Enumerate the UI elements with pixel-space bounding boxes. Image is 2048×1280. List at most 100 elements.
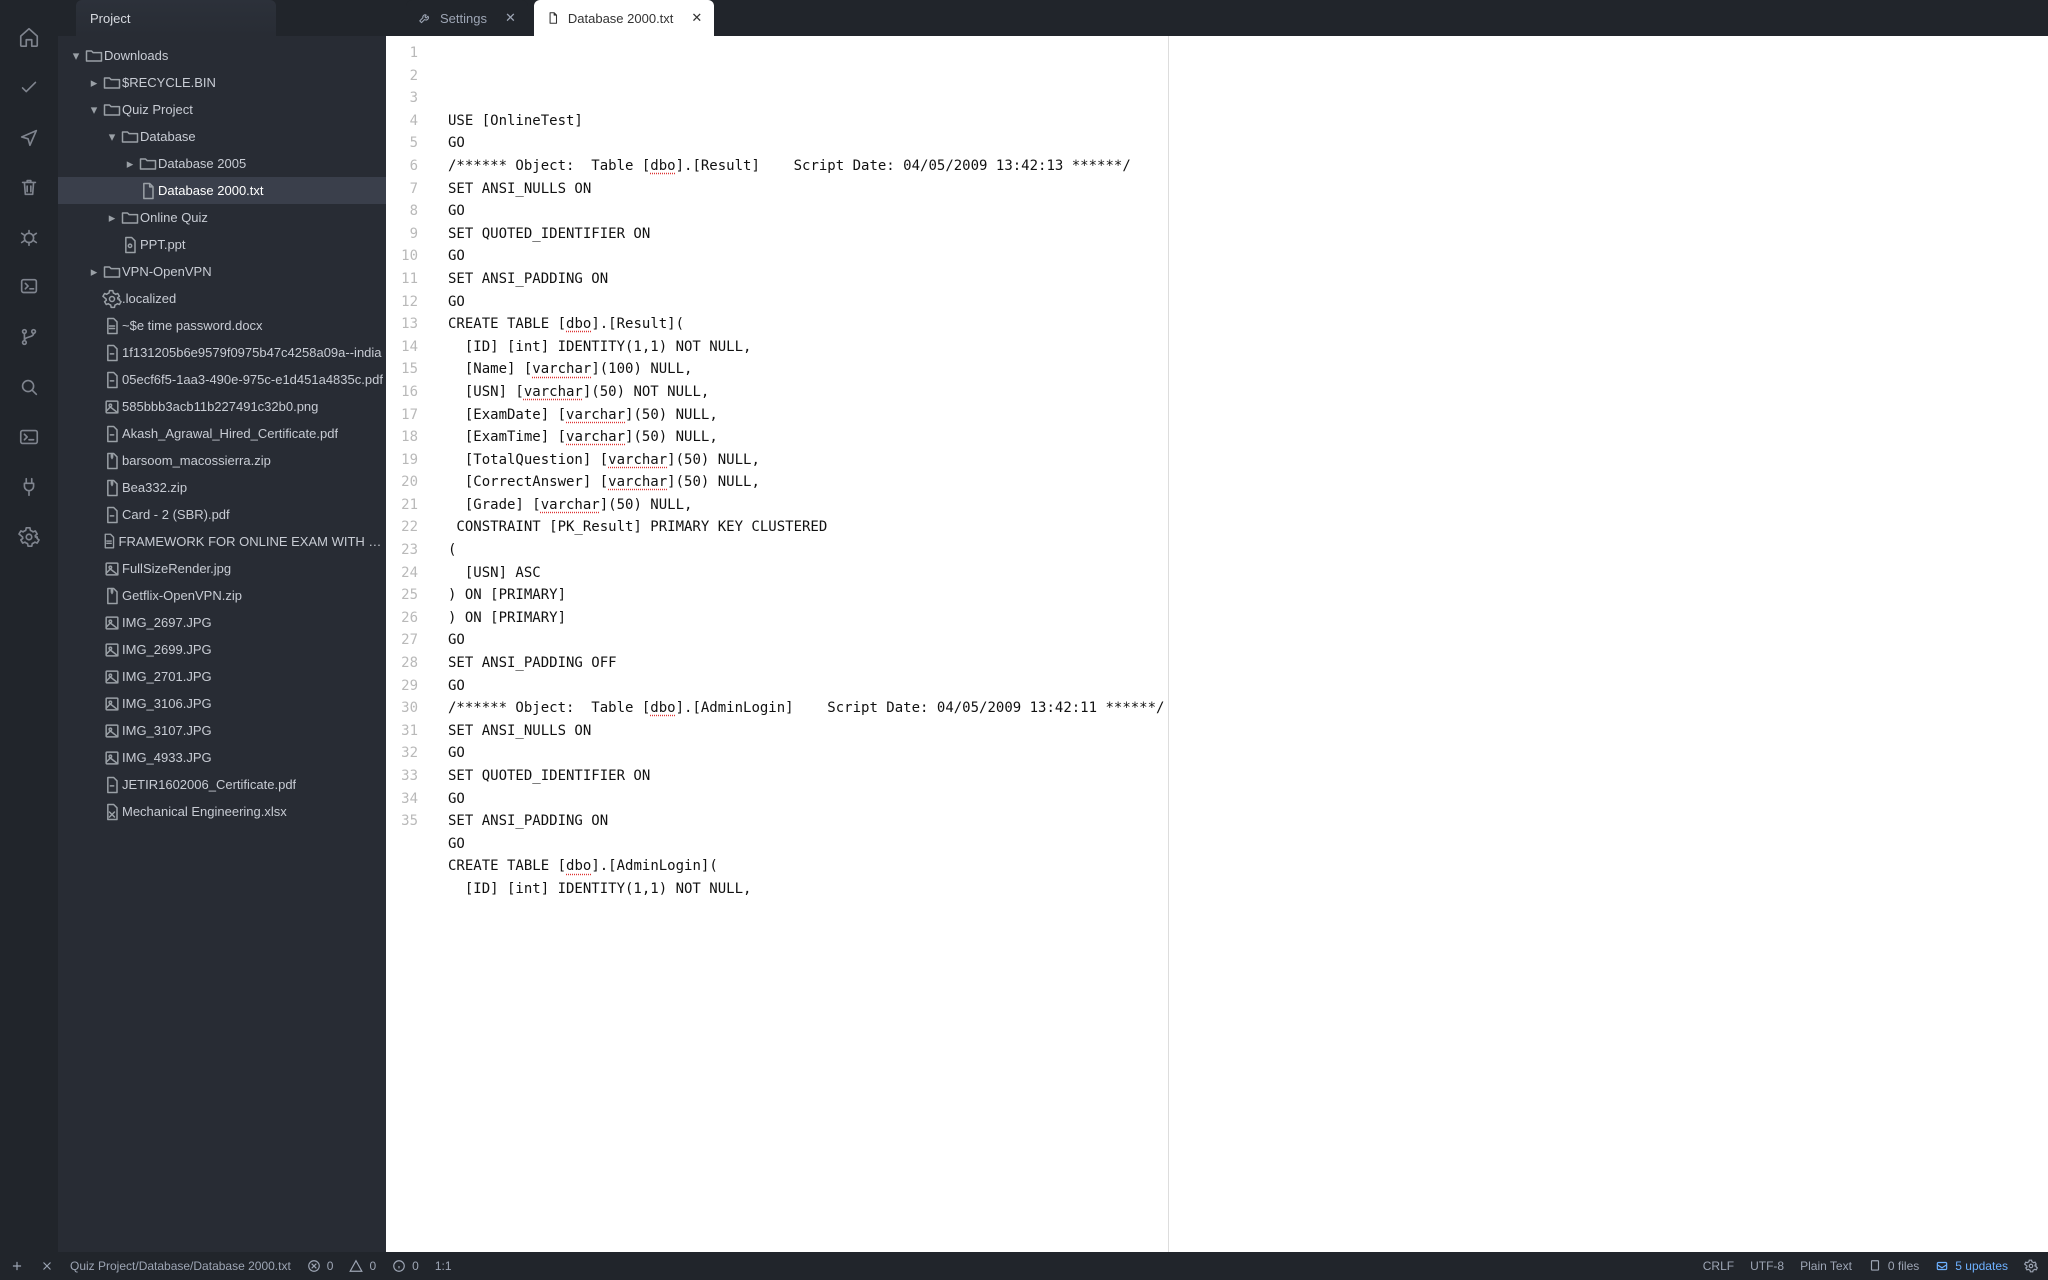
language[interactable]: Plain Text: [1800, 1259, 1852, 1273]
line-number: 34: [386, 788, 418, 811]
tree-item[interactable]: 1f131205b6e9579f0975b47c4258a09a--india: [58, 339, 386, 366]
code-line[interactable]: (: [448, 539, 1164, 562]
status-warnings[interactable]: 0: [349, 1259, 376, 1273]
tree-item[interactable]: ▾Downloads: [58, 42, 386, 69]
tree-item[interactable]: Mechanical Engineering.xlsx: [58, 798, 386, 825]
code-area[interactable]: USE [OnlineTest]GO/****** Object: Table …: [436, 36, 1164, 1252]
file-count[interactable]: 0 files: [1868, 1259, 1919, 1273]
code-line[interactable]: GO: [448, 742, 1164, 765]
tree-item[interactable]: Bea332.zip: [58, 474, 386, 501]
tree-item[interactable]: ▸$RECYCLE.BIN: [58, 69, 386, 96]
tab[interactable]: Database 2000.txt✕: [534, 0, 714, 36]
code-line[interactable]: /****** Object: Table [dbo].[Result] Scr…: [448, 155, 1164, 178]
code-line[interactable]: SET QUOTED_IDENTIFIER ON: [448, 223, 1164, 246]
eol[interactable]: CRLF: [1703, 1259, 1734, 1273]
code-line[interactable]: SET ANSI_NULLS ON: [448, 720, 1164, 743]
activity-share[interactable]: [0, 112, 58, 162]
activity-bug[interactable]: [0, 212, 58, 262]
tree-item[interactable]: IMG_4933.JPG: [58, 744, 386, 771]
file-tree[interactable]: ▾Downloads▸$RECYCLE.BIN▾Quiz Project▾Dat…: [58, 36, 386, 1252]
code-line[interactable]: GO: [448, 200, 1164, 223]
tree-item[interactable]: JETIR1602006_Certificate.pdf: [58, 771, 386, 798]
tree-item[interactable]: IMG_3106.JPG: [58, 690, 386, 717]
code-line[interactable]: [ID] [int] IDENTITY(1,1) NOT NULL,: [448, 336, 1164, 359]
editor[interactable]: 1234567891011121314151617181920212223242…: [386, 36, 2048, 1252]
code-line[interactable]: GO: [448, 629, 1164, 652]
tree-item[interactable]: barsoom_macossierra.zip: [58, 447, 386, 474]
tree-item[interactable]: IMG_2699.JPG: [58, 636, 386, 663]
code-line[interactable]: [ExamTime] [varchar](50) NULL,: [448, 426, 1164, 449]
tree-item[interactable]: IMG_2697.JPG: [58, 609, 386, 636]
tree-item[interactable]: ▾Quiz Project: [58, 96, 386, 123]
sidebar-title-tab[interactable]: Project: [76, 0, 276, 36]
encoding[interactable]: UTF-8: [1750, 1259, 1784, 1273]
status-errors[interactable]: 0: [307, 1259, 334, 1273]
code-line[interactable]: ) ON [PRIMARY]: [448, 584, 1164, 607]
code-line[interactable]: SET ANSI_PADDING ON: [448, 268, 1164, 291]
gear-icon: [18, 526, 40, 548]
tree-item[interactable]: Card - 2 (SBR).pdf: [58, 501, 386, 528]
wrap-guide: [1168, 36, 1169, 1252]
code-line[interactable]: CREATE TABLE [dbo].[AdminLogin](: [448, 855, 1164, 878]
activity-home[interactable]: [0, 12, 58, 62]
tab[interactable]: Settings✕: [406, 0, 528, 36]
code-line[interactable]: GO: [448, 675, 1164, 698]
activity-plug[interactable]: [0, 462, 58, 512]
tree-item[interactable]: PPT.ppt: [58, 231, 386, 258]
code-line[interactable]: [Name] [varchar](100) NULL,: [448, 358, 1164, 381]
cursor-position[interactable]: 1:1: [435, 1259, 452, 1273]
code-line[interactable]: [ID] [int] IDENTITY(1,1) NOT NULL,: [448, 878, 1164, 901]
code-line[interactable]: [CorrectAnswer] [varchar](50) NULL,: [448, 471, 1164, 494]
activity-board[interactable]: [0, 262, 58, 312]
code-line[interactable]: [Grade] [varchar](50) NULL,: [448, 494, 1164, 517]
code-line[interactable]: GO: [448, 132, 1164, 155]
activity-terminal[interactable]: [0, 412, 58, 462]
tree-item[interactable]: ▸Database 2005: [58, 150, 386, 177]
tree-item[interactable]: Getflix-OpenVPN.zip: [58, 582, 386, 609]
close-icon[interactable]: ✕: [505, 10, 516, 26]
activity-gear[interactable]: [0, 512, 58, 562]
tree-item[interactable]: ▾Database: [58, 123, 386, 150]
tree-item[interactable]: ~$e time password.docx: [58, 312, 386, 339]
activity-check[interactable]: [0, 62, 58, 112]
status-info[interactable]: 0: [392, 1259, 419, 1273]
code-line[interactable]: CONSTRAINT [PK_Result] PRIMARY KEY CLUST…: [448, 516, 1164, 539]
code-line[interactable]: USE [OnlineTest]: [448, 110, 1164, 133]
code-line[interactable]: /****** Object: Table [dbo].[AdminLogin]…: [448, 697, 1164, 720]
activity-search[interactable]: [0, 362, 58, 412]
code-line[interactable]: GO: [448, 245, 1164, 268]
tree-item[interactable]: FRAMEWORK FOR ONLINE EXAM WITH GRAPH: [58, 528, 386, 555]
status-path[interactable]: Quiz Project/Database/Database 2000.txt: [70, 1259, 291, 1273]
tree-item[interactable]: IMG_2701.JPG: [58, 663, 386, 690]
close-icon[interactable]: ✕: [691, 10, 702, 26]
code-line[interactable]: [TotalQuestion] [varchar](50) NULL,: [448, 449, 1164, 472]
updates[interactable]: 5 updates: [1935, 1259, 2008, 1273]
code-line[interactable]: GO: [448, 788, 1164, 811]
settings-icon[interactable]: [2024, 1259, 2038, 1273]
code-line[interactable]: CREATE TABLE [dbo].[Result](: [448, 313, 1164, 336]
activity-branch[interactable]: [0, 312, 58, 362]
code-line[interactable]: SET ANSI_PADDING ON: [448, 810, 1164, 833]
tree-item[interactable]: 05ecf6f5-1aa3-490e-975c-e1d451a4835c.pdf: [58, 366, 386, 393]
tree-item[interactable]: Database 2000.txt: [58, 177, 386, 204]
tree-item[interactable]: ▸Online Quiz: [58, 204, 386, 231]
code-line[interactable]: GO: [448, 291, 1164, 314]
code-line[interactable]: SET ANSI_NULLS ON: [448, 178, 1164, 201]
code-line[interactable]: SET ANSI_PADDING OFF: [448, 652, 1164, 675]
code-line[interactable]: SET QUOTED_IDENTIFIER ON: [448, 765, 1164, 788]
tree-item[interactable]: .localized: [58, 285, 386, 312]
add-button[interactable]: [10, 1259, 24, 1273]
code-line[interactable]: [ExamDate] [varchar](50) NULL,: [448, 404, 1164, 427]
code-line[interactable]: ) ON [PRIMARY]: [448, 607, 1164, 630]
tree-item[interactable]: IMG_3107.JPG: [58, 717, 386, 744]
tree-item[interactable]: ▸VPN-OpenVPN: [58, 258, 386, 285]
doc-icon: [100, 532, 118, 550]
tree-item[interactable]: 585bbb3acb11b227491c32b0.png: [58, 393, 386, 420]
tree-item[interactable]: Akash_Agrawal_Hired_Certificate.pdf: [58, 420, 386, 447]
code-line[interactable]: GO: [448, 833, 1164, 856]
activity-trash[interactable]: [0, 162, 58, 212]
tree-item[interactable]: FullSizeRender.jpg: [58, 555, 386, 582]
close-button[interactable]: [40, 1259, 54, 1273]
code-line[interactable]: [USN] [varchar](50) NOT NULL,: [448, 381, 1164, 404]
code-line[interactable]: [USN] ASC: [448, 562, 1164, 585]
